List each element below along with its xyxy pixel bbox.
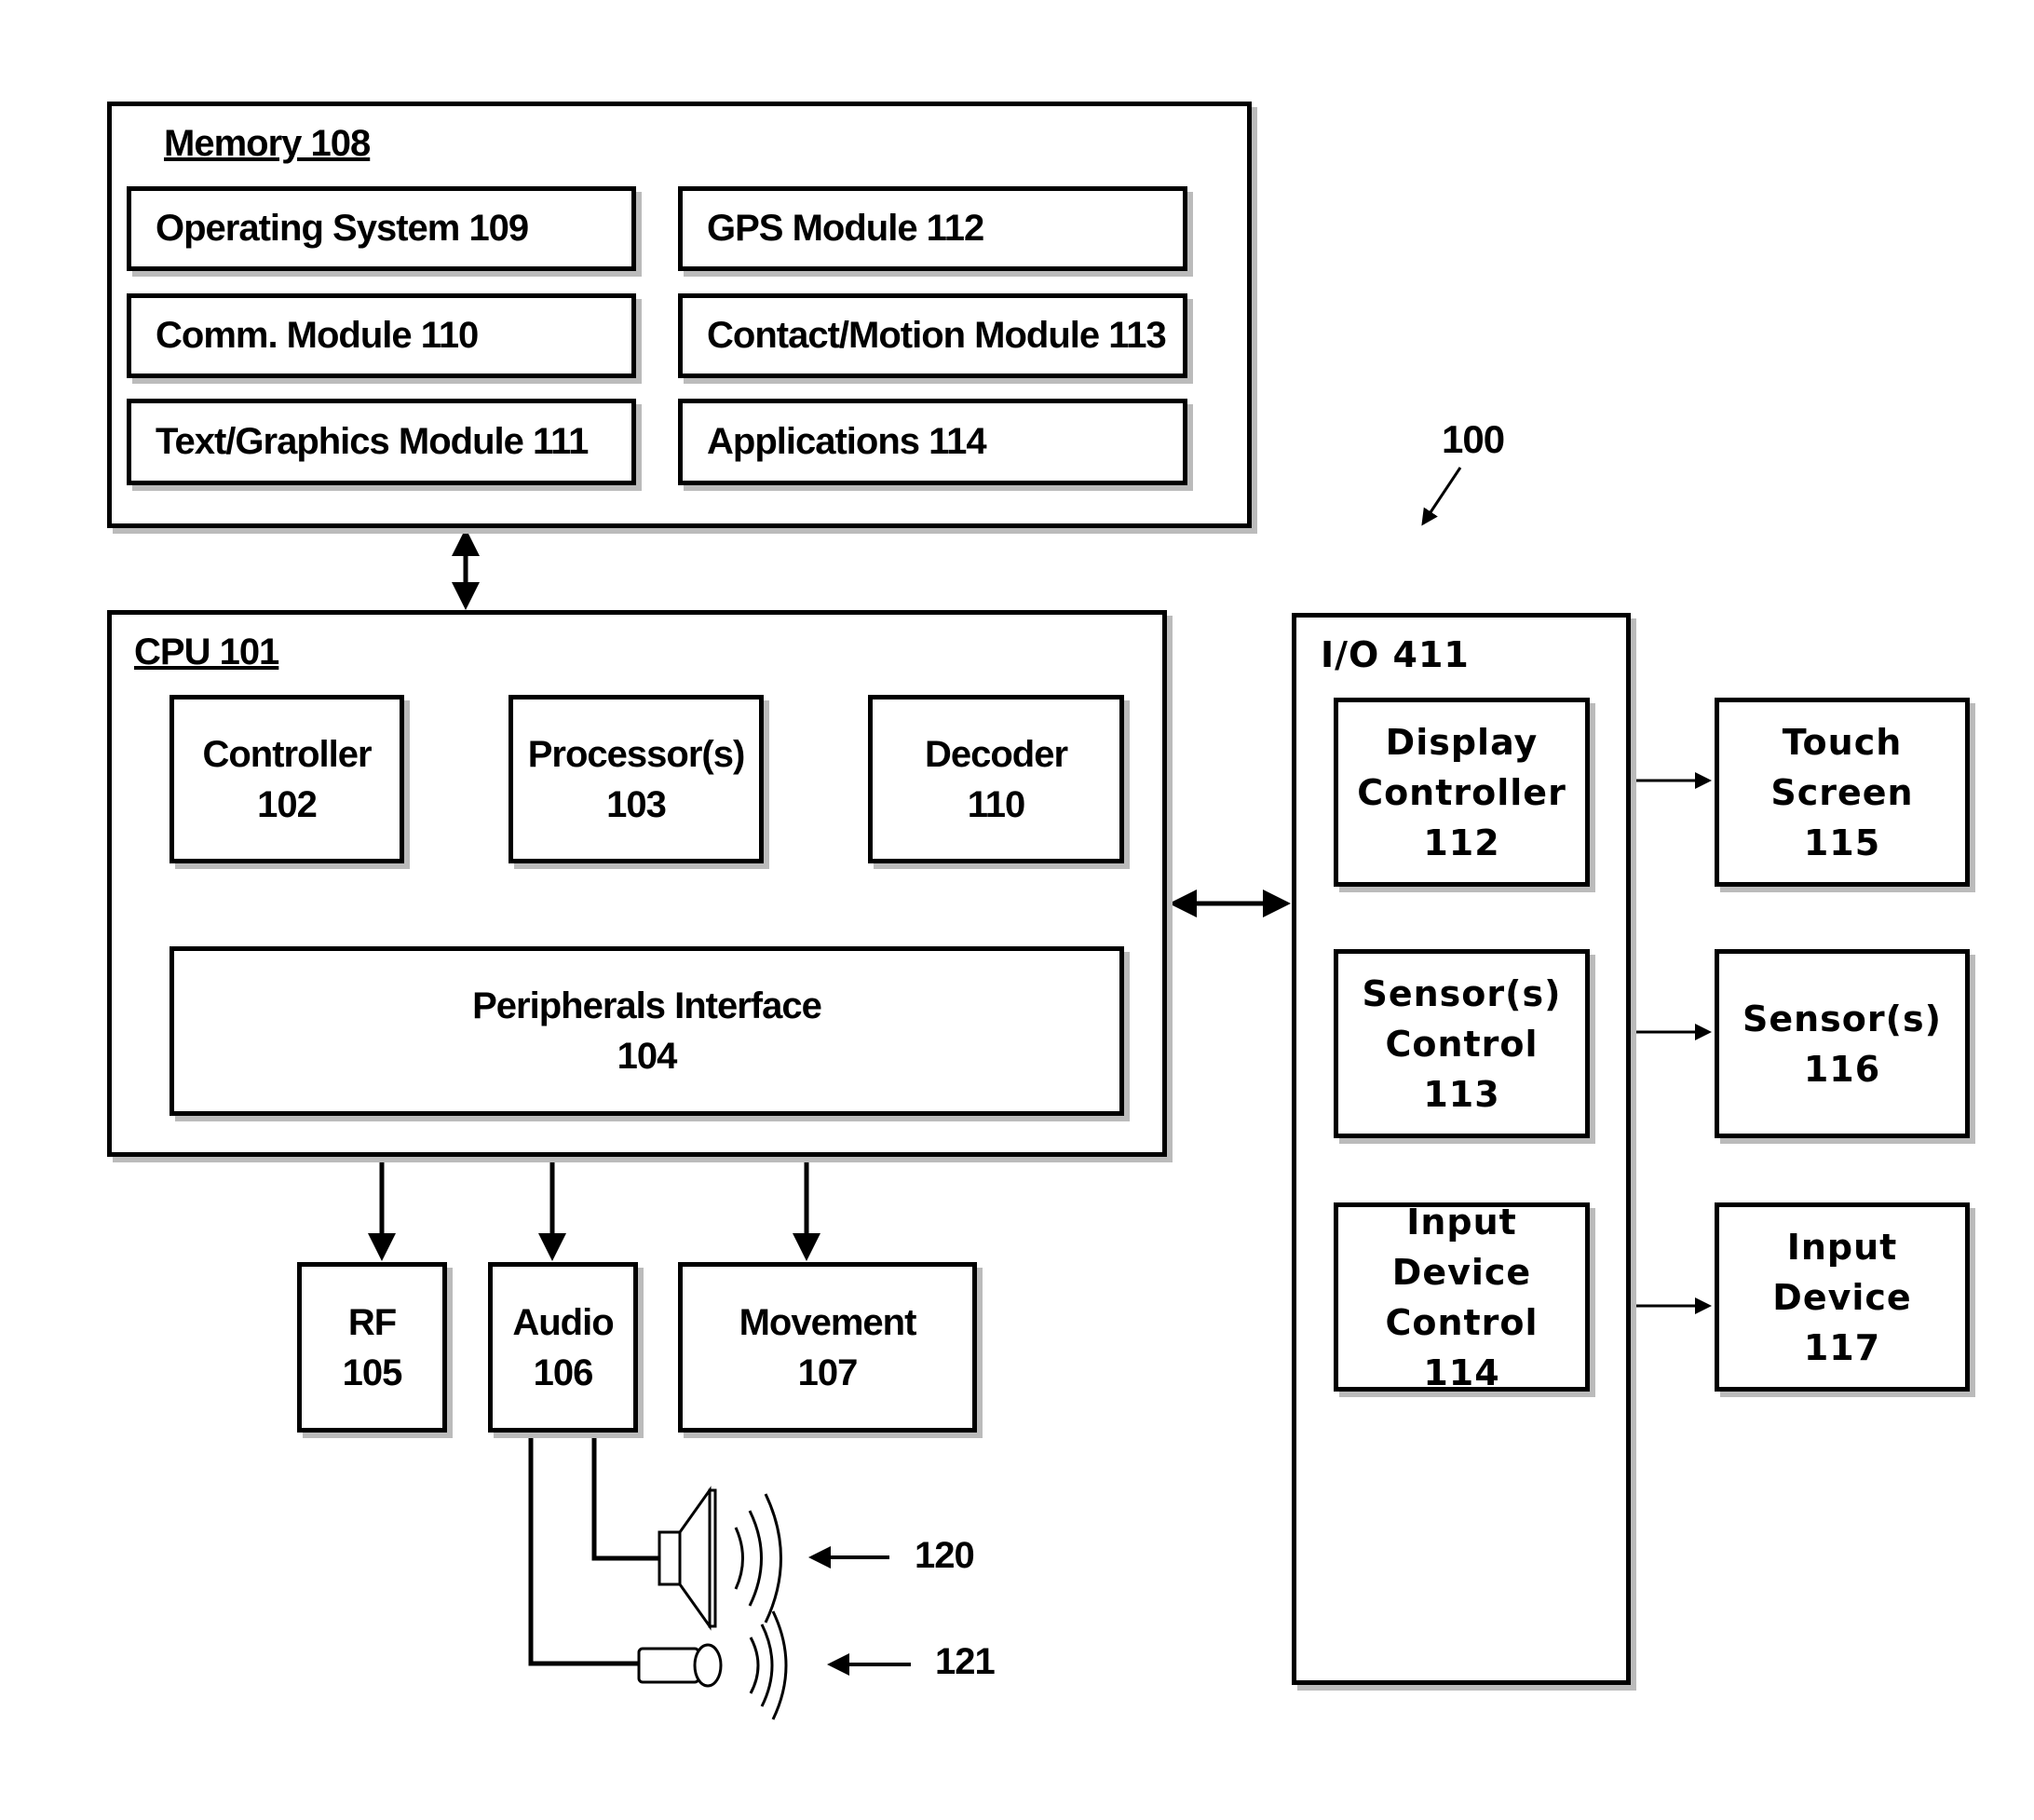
sensors-name: Sensor(s)	[1742, 998, 1942, 1039]
sensor-control-line2: Control	[1385, 1023, 1539, 1065]
audio-block: Audio 106	[488, 1262, 638, 1433]
display-controller-line1: Display	[1385, 721, 1539, 763]
sensor-control-num: 113	[1423, 1073, 1500, 1115]
module-comm: Comm. Module 110	[127, 293, 636, 378]
audio-name: Audio	[512, 1301, 614, 1343]
speaker-ref-label: 120	[915, 1535, 975, 1576]
processor-num: 103	[606, 783, 667, 825]
rf-name: RF	[347, 1301, 397, 1343]
controller-num: 102	[257, 783, 318, 825]
peripherals-interface-name: Peripherals Interface	[472, 985, 822, 1026]
display-controller-num: 112	[1423, 822, 1500, 863]
rf-num: 105	[342, 1351, 403, 1393]
speaker-icon	[658, 1486, 782, 1631]
input-device-control-line2: Control	[1385, 1301, 1539, 1343]
movement-num: 107	[797, 1351, 859, 1393]
input-device-control-block: Input Device Control 114	[1334, 1202, 1590, 1393]
module-gps: GPS Module 112	[678, 186, 1187, 271]
decoder-block: Decoder 110	[868, 695, 1124, 863]
controller-block: Controller 102	[170, 695, 404, 863]
touch-screen-num: 115	[1803, 822, 1881, 863]
display-controller-block: Display Controller 112	[1334, 698, 1590, 887]
input-device-name: Input Device	[1772, 1226, 1912, 1318]
input-device-control-line1: Input Device	[1391, 1201, 1532, 1293]
audio-num: 106	[533, 1351, 594, 1393]
touch-screen-name: Touch Screen	[1770, 721, 1914, 813]
movement-block: Movement 107	[678, 1262, 977, 1433]
module-os: Operating System 109	[127, 186, 636, 271]
microphone-ref-label: 121	[935, 1641, 996, 1682]
controller-name: Controller	[202, 733, 372, 775]
sensors-num: 116	[1803, 1048, 1881, 1090]
decoder-num: 110	[967, 783, 1026, 825]
processor-name: Processor(s)	[527, 733, 746, 775]
input-device-block: Input Device 117	[1715, 1202, 1970, 1392]
peripherals-interface-block: Peripherals Interface 104	[170, 946, 1124, 1116]
input-device-control-num: 114	[1423, 1351, 1500, 1393]
sensor-control-line1: Sensor(s)	[1362, 972, 1562, 1014]
sensors-block: Sensor(s) 116	[1715, 949, 1970, 1138]
processor-block: Processor(s) 103	[508, 695, 764, 863]
display-controller-line2: Controller	[1357, 771, 1566, 813]
io-title: I/O 411	[1321, 634, 1470, 675]
sensor-control-block: Sensor(s) Control 113	[1334, 949, 1590, 1138]
module-applications: Applications 114	[678, 399, 1187, 485]
ref-100-arrow	[1421, 467, 1462, 526]
input-device-num: 117	[1803, 1326, 1881, 1368]
module-text-graphics: Text/Graphics Module 111	[127, 399, 636, 485]
audio-speaker-wire	[591, 1433, 659, 1561]
decoder-name: Decoder	[924, 733, 1068, 775]
peripherals-interface-num: 104	[617, 1036, 678, 1077]
touch-screen-block: Touch Screen 115	[1715, 698, 1970, 887]
movement-name: Movement	[739, 1301, 917, 1343]
rf-block: RF 105	[297, 1262, 447, 1433]
audio-mic-wire	[528, 1433, 639, 1666]
figure-ref-100: 100	[1442, 417, 1505, 461]
cpu-title: CPU 101	[134, 632, 279, 672]
memory-title: Memory 108	[164, 123, 371, 164]
module-contact-motion: Contact/Motion Module 113	[678, 293, 1187, 378]
